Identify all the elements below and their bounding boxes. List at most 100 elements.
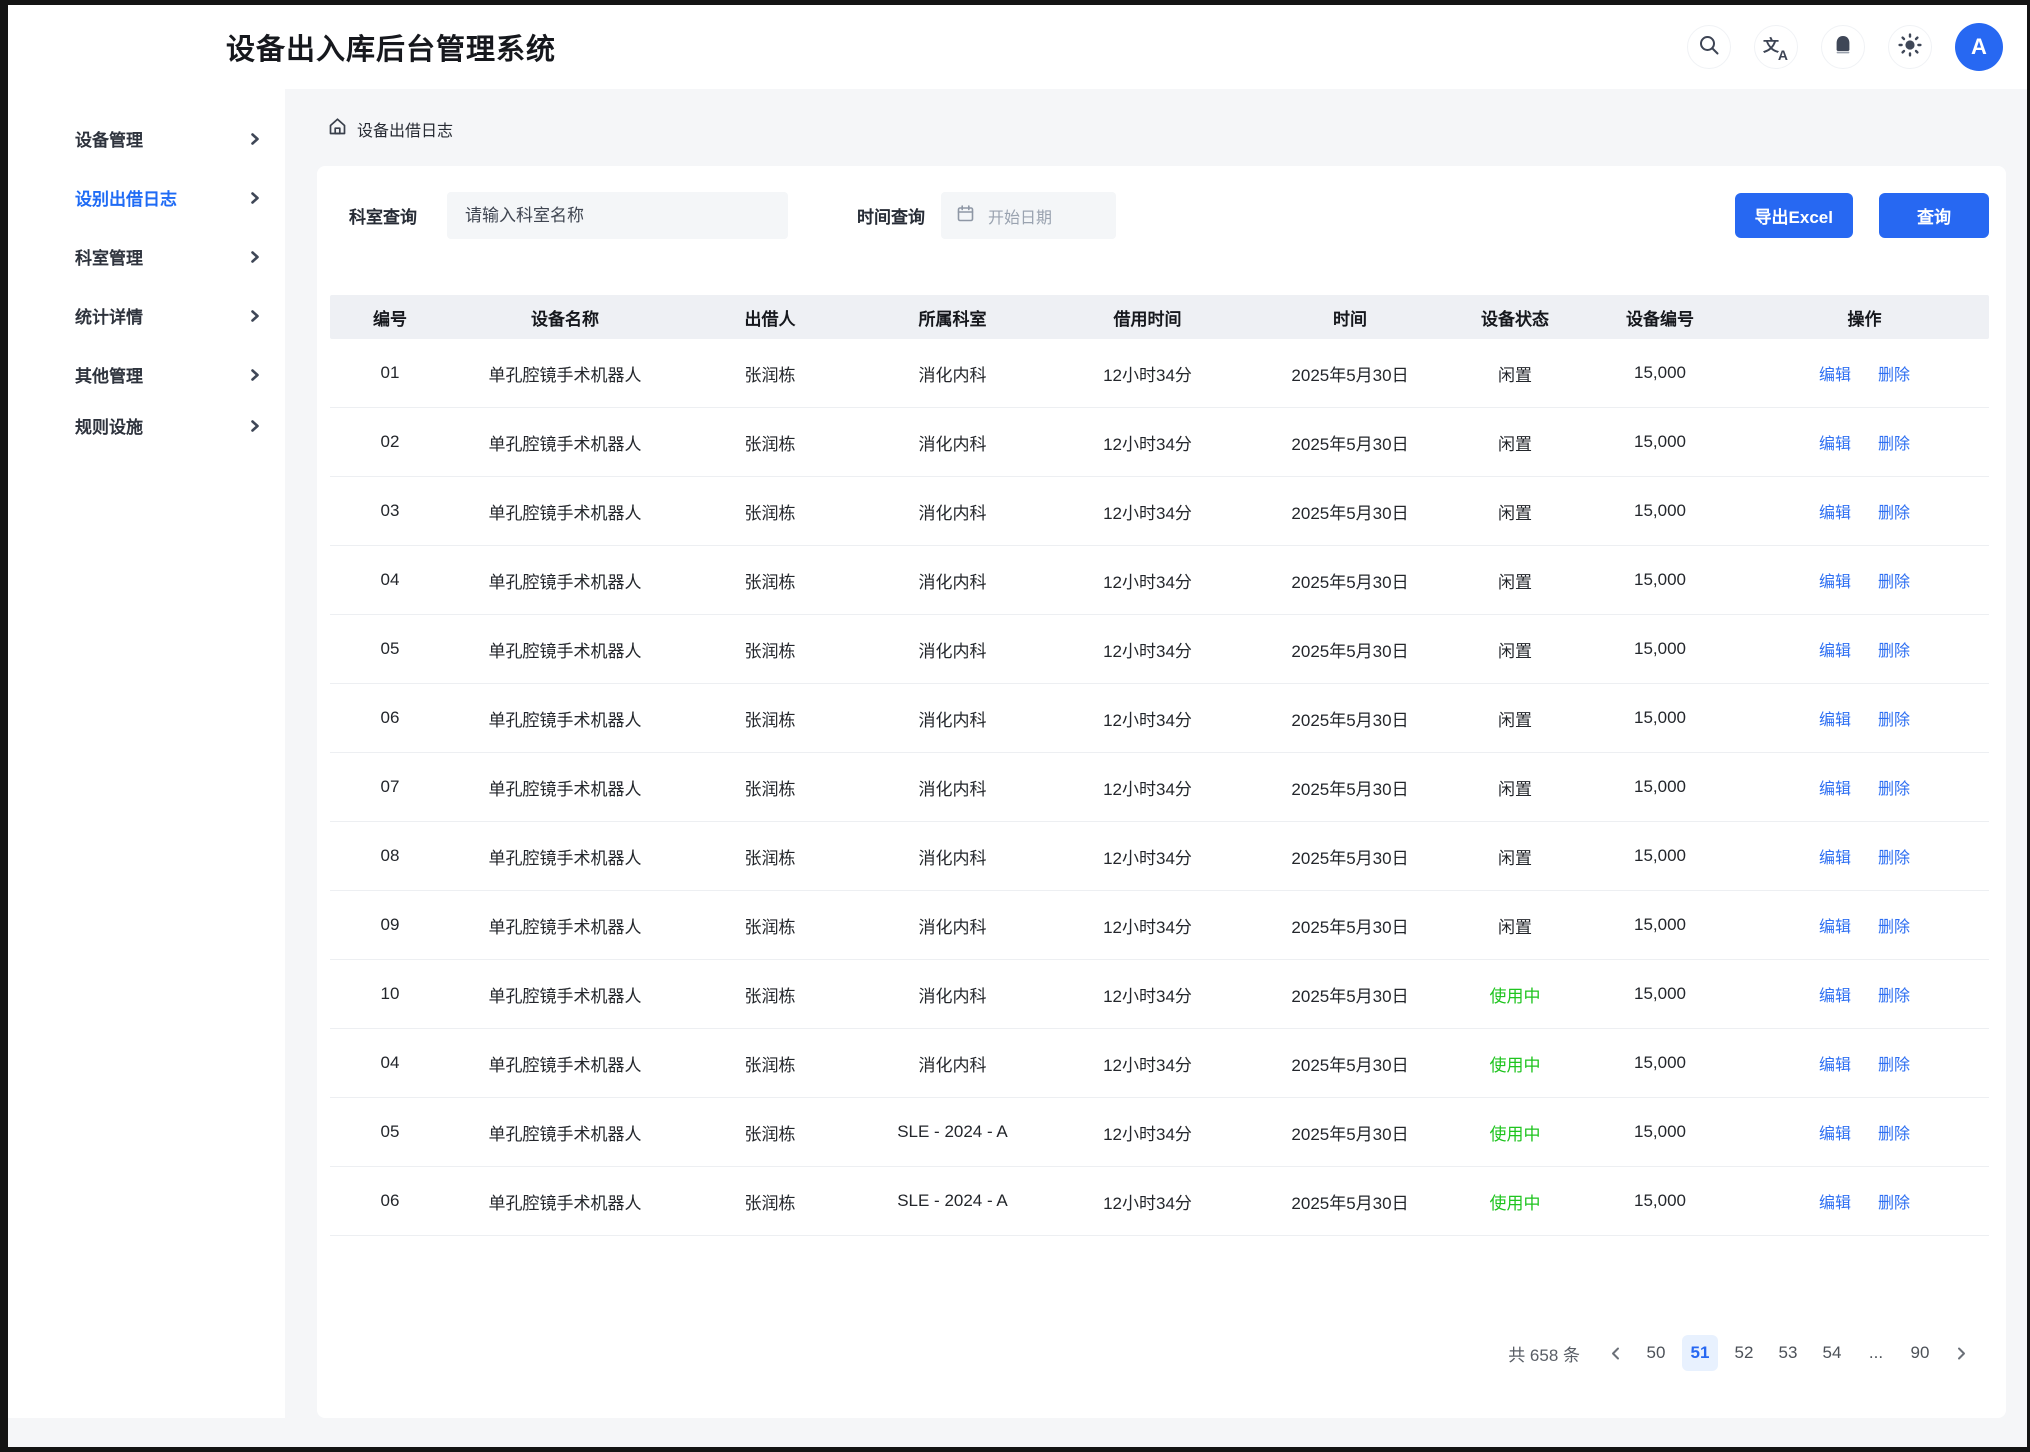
sidebar-item[interactable]: 设备管理	[8, 109, 285, 168]
table-header-cell: 时间	[1250, 305, 1450, 330]
translate-button[interactable]: 文A	[1754, 25, 1798, 69]
delete-link[interactable]: 删除	[1878, 361, 1910, 385]
edit-link[interactable]: 编辑	[1819, 982, 1851, 1006]
edit-link[interactable]: 编辑	[1819, 568, 1851, 592]
edit-link[interactable]: 编辑	[1819, 913, 1851, 937]
cell-borrow-duration: 12小时34分	[1045, 913, 1250, 938]
edit-link[interactable]: 编辑	[1819, 430, 1851, 454]
sidebar-item[interactable]: 设别出借日志	[8, 168, 285, 227]
edit-link[interactable]: 编辑	[1819, 844, 1851, 868]
sidebar-item[interactable]: 科室管理	[8, 227, 285, 286]
sidebar-item-label: 设别出借日志	[75, 185, 177, 210]
edit-link[interactable]: 编辑	[1819, 499, 1851, 523]
page-number[interactable]: ...	[1858, 1335, 1894, 1371]
cell-device-name: 单孔腔镜手术机器人	[450, 1120, 680, 1145]
edit-link[interactable]: 编辑	[1819, 1189, 1851, 1213]
cell-borrow-duration: 12小时34分	[1045, 982, 1250, 1007]
cell-lender: 张润栋	[680, 1189, 860, 1214]
delete-link[interactable]: 删除	[1878, 430, 1910, 454]
page-number[interactable]: 53	[1770, 1335, 1806, 1371]
dept-search-input[interactable]	[447, 192, 788, 239]
next-page-button[interactable]	[1946, 1335, 1976, 1371]
cell-actions: 编辑 删除	[1740, 1051, 1989, 1075]
search-button[interactable]	[1687, 25, 1731, 69]
cell-no: 06	[330, 708, 450, 728]
cell-no: 05	[330, 639, 450, 659]
cell-device-code: 15,000	[1580, 432, 1740, 452]
table-row: 06 单孔腔镜手术机器人 张润栋 SLE - 2024 - A 12小时34分 …	[330, 1167, 1989, 1236]
sidebar-item-label: 其他管理	[75, 362, 143, 387]
cell-department: 消化内科	[860, 844, 1045, 869]
cell-device-name: 单孔腔镜手术机器人	[450, 637, 680, 662]
delete-link[interactable]: 删除	[1878, 1051, 1910, 1075]
delete-link[interactable]: 删除	[1878, 775, 1910, 799]
sidebar-item-label: 统计详情	[75, 303, 143, 328]
edit-link[interactable]: 编辑	[1819, 1051, 1851, 1075]
sidebar-item-label: 设备管理	[75, 126, 143, 151]
delete-link[interactable]: 删除	[1878, 568, 1910, 592]
query-button[interactable]: 查询	[1879, 193, 1989, 238]
cell-status: 闲置	[1450, 361, 1580, 386]
brightness-icon	[1897, 32, 1923, 63]
cell-status: 闲置	[1450, 430, 1580, 455]
cell-borrow-duration: 12小时34分	[1045, 775, 1250, 800]
table-header-cell: 借用时间	[1045, 305, 1250, 330]
cell-device-code: 15,000	[1580, 501, 1740, 521]
edit-link[interactable]: 编辑	[1819, 361, 1851, 385]
cell-status: 闲置	[1450, 568, 1580, 593]
cell-device-name: 单孔腔镜手术机器人	[450, 1051, 680, 1076]
delete-link[interactable]: 删除	[1878, 982, 1910, 1006]
delete-link[interactable]: 删除	[1878, 1120, 1910, 1144]
cell-no: 07	[330, 777, 450, 797]
cell-borrow-duration: 12小时34分	[1045, 844, 1250, 869]
table-header-cell: 设备状态	[1450, 305, 1580, 330]
sidebar-item[interactable]: 统计详情	[8, 286, 285, 345]
edit-link[interactable]: 编辑	[1819, 775, 1851, 799]
user-avatar[interactable]: A	[1955, 23, 2003, 71]
cell-lender: 张润栋	[680, 706, 860, 731]
cell-actions: 编辑 删除	[1740, 1120, 1989, 1144]
cell-device-name: 单孔腔镜手术机器人	[450, 361, 680, 386]
prev-page-button[interactable]	[1600, 1335, 1630, 1371]
notification-button[interactable]	[1821, 25, 1865, 69]
cell-device-code: 15,000	[1580, 846, 1740, 866]
delete-link[interactable]: 删除	[1878, 913, 1910, 937]
page-number[interactable]: 52	[1726, 1335, 1762, 1371]
cell-actions: 编辑 删除	[1740, 913, 1989, 937]
cell-lender: 张润栋	[680, 637, 860, 662]
cell-device-name: 单孔腔镜手术机器人	[450, 1189, 680, 1214]
cell-device-code: 15,000	[1580, 1191, 1740, 1211]
main-content: 设备出借日志 科室查询 时间查询	[285, 89, 2027, 1418]
delete-link[interactable]: 删除	[1878, 706, 1910, 730]
delete-link[interactable]: 删除	[1878, 1189, 1910, 1213]
notification-icon	[1831, 33, 1855, 62]
sidebar-item[interactable]: 规则设施	[8, 396, 285, 455]
chevron-right-icon	[249, 191, 261, 205]
edit-link[interactable]: 编辑	[1819, 706, 1851, 730]
edit-link[interactable]: 编辑	[1819, 637, 1851, 661]
export-excel-button[interactable]: 导出Excel	[1735, 193, 1853, 238]
cell-actions: 编辑 删除	[1740, 361, 1989, 385]
cell-department: 消化内科	[860, 568, 1045, 593]
table-row: 08 单孔腔镜手术机器人 张润栋 消化内科 12小时34分 2025年5月30日…	[330, 822, 1989, 891]
delete-link[interactable]: 删除	[1878, 499, 1910, 523]
cell-device-code: 15,000	[1580, 708, 1740, 728]
delete-link[interactable]: 删除	[1878, 844, 1910, 868]
cell-lender: 张润栋	[680, 775, 860, 800]
cell-status: 闲置	[1450, 706, 1580, 731]
page-number[interactable]: 51	[1682, 1335, 1718, 1371]
start-date-picker[interactable]: 开始日期	[941, 192, 1116, 239]
filter-bar: 科室查询 时间查询 开始日期 导出	[349, 192, 1989, 239]
edit-link[interactable]: 编辑	[1819, 1120, 1851, 1144]
cell-device-code: 15,000	[1580, 777, 1740, 797]
page-number[interactable]: 90	[1902, 1335, 1938, 1371]
cell-device-name: 单孔腔镜手术机器人	[450, 913, 680, 938]
cell-actions: 编辑 删除	[1740, 499, 1989, 523]
cell-status: 使用中	[1450, 1120, 1580, 1145]
delete-link[interactable]: 删除	[1878, 637, 1910, 661]
page-number[interactable]: 50	[1638, 1335, 1674, 1371]
table-row: 02 单孔腔镜手术机器人 张润栋 消化内科 12小时34分 2025年5月30日…	[330, 408, 1989, 477]
table-row: 05 单孔腔镜手术机器人 张润栋 消化内科 12小时34分 2025年5月30日…	[330, 615, 1989, 684]
page-number[interactable]: 54	[1814, 1335, 1850, 1371]
brightness-button[interactable]	[1888, 25, 1932, 69]
